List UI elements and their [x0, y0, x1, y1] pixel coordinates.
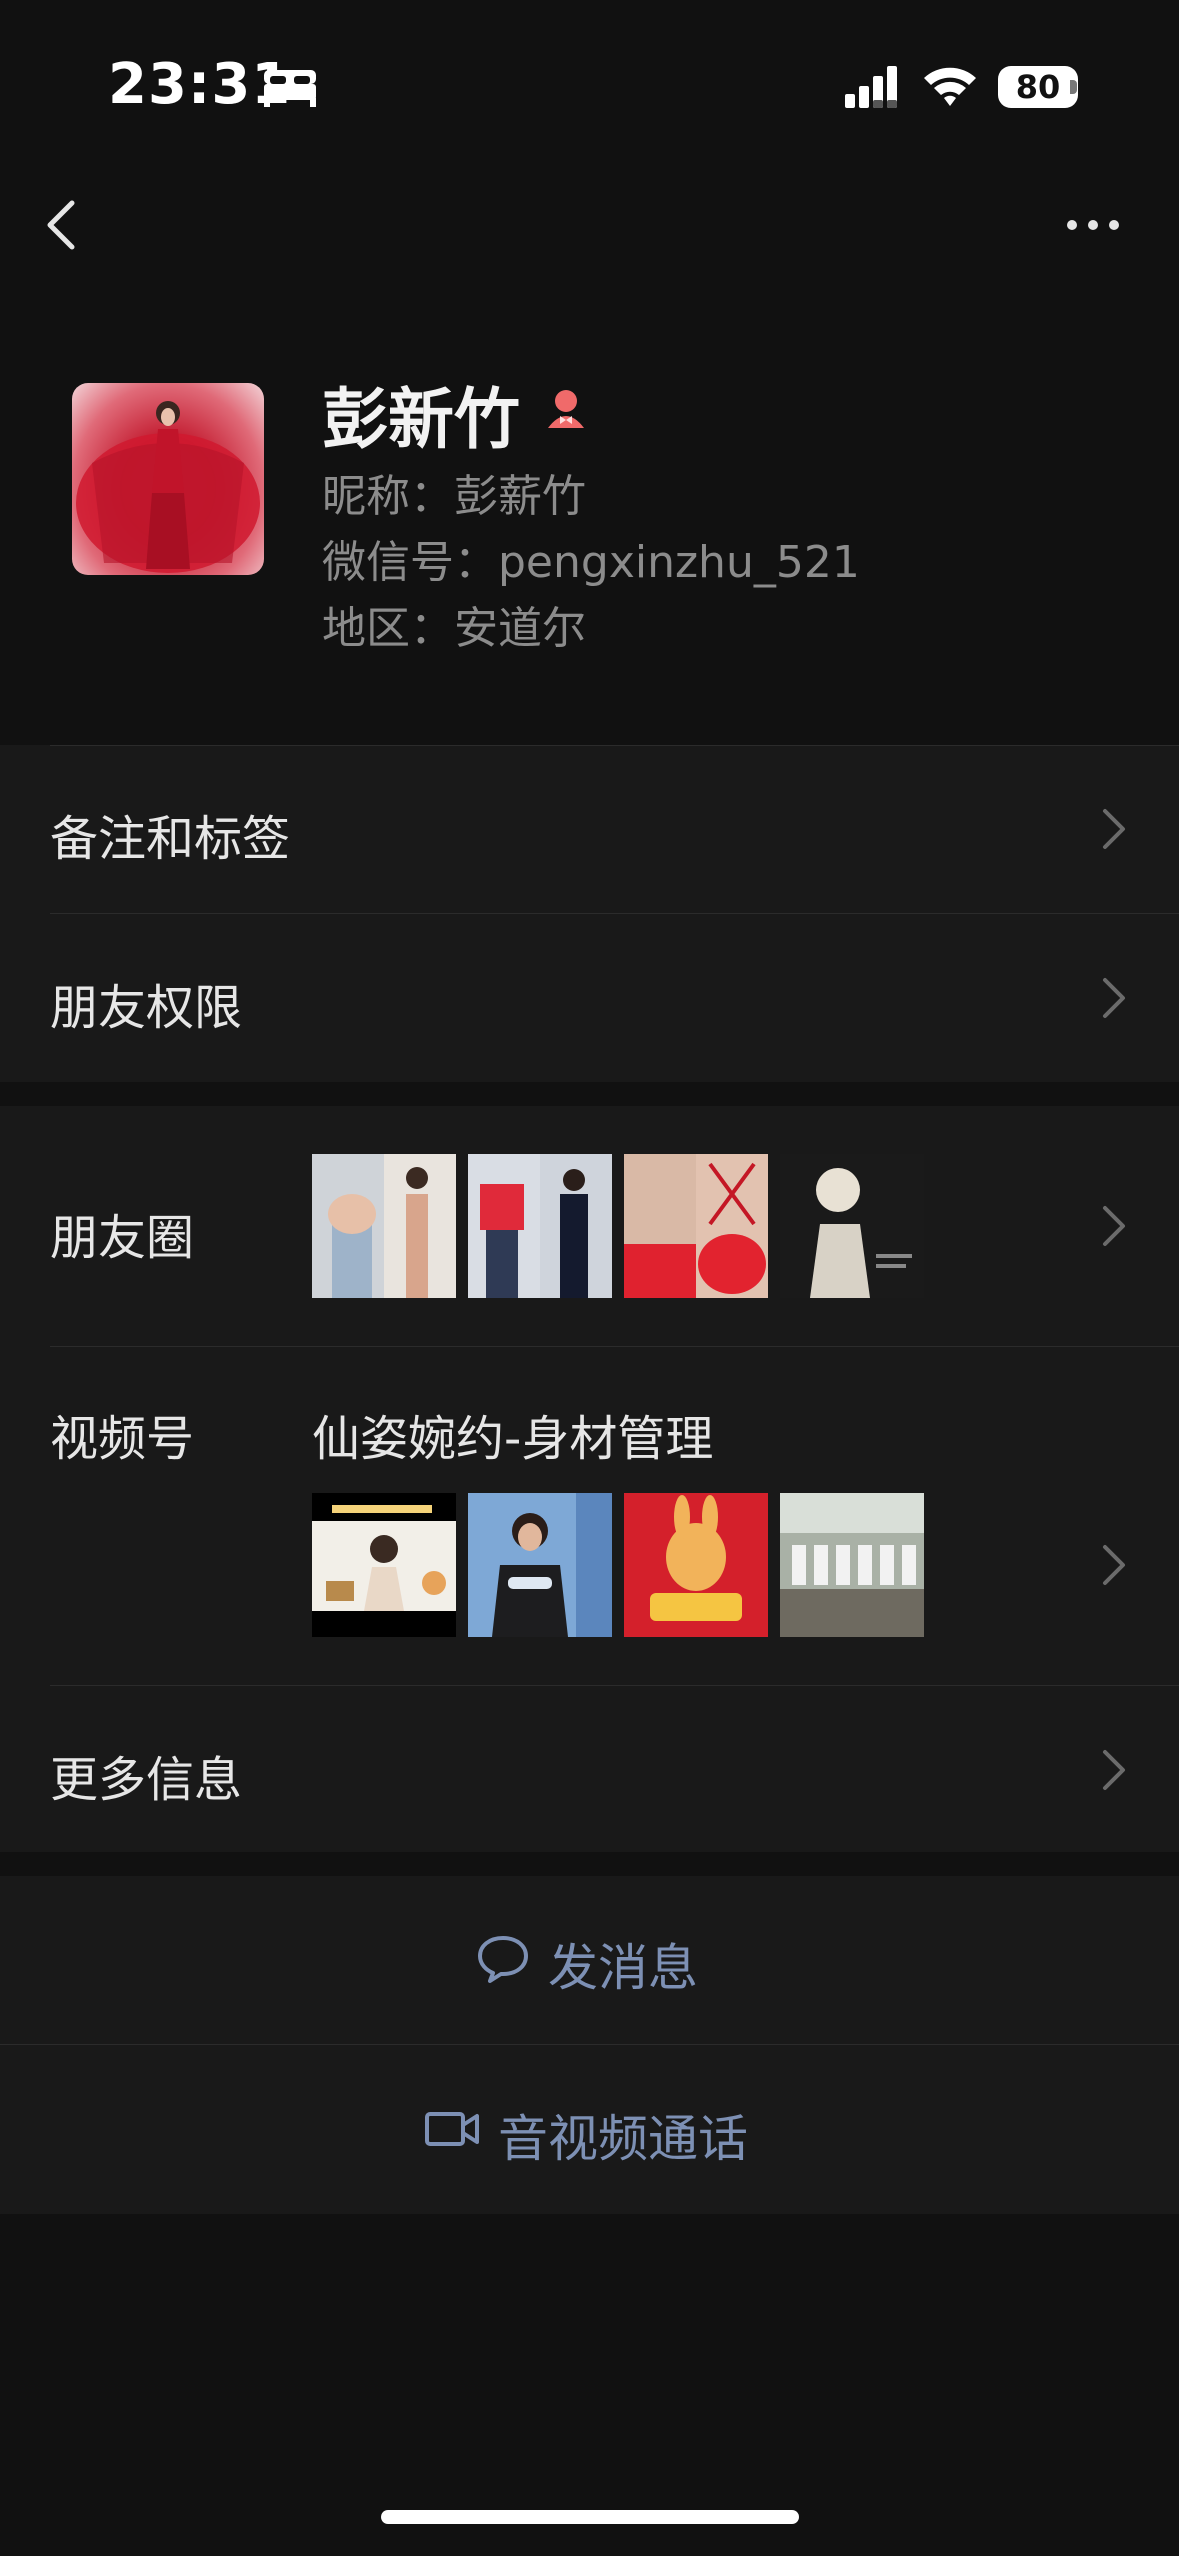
- moments-thumbnail: [624, 1154, 768, 1298]
- wechat-id-text: 微信号：pengxinzhu_521: [322, 537, 860, 588]
- moments-thumbnail: [468, 1154, 612, 1298]
- chevron-right-icon: [1103, 1750, 1125, 1790]
- bed-icon: [264, 70, 316, 107]
- chevron-right-icon: [1103, 1545, 1125, 1585]
- channels-label: 视频号: [50, 1411, 195, 1467]
- content-section: 朋友圈 视频号 仙姿婉约-身材管理 更多信息: [0, 1106, 1179, 1852]
- av-call-button[interactable]: 音视频通话: [0, 2045, 1179, 2214]
- more-info-label: 更多信息: [50, 1752, 243, 1808]
- remarks-tags-row[interactable]: 备注和标签: [0, 745, 1179, 913]
- channel-thumbnail: [312, 1493, 456, 1637]
- moments-thumbnail: [780, 1154, 924, 1298]
- actions-section: 发消息 音视频通话: [0, 1876, 1179, 2214]
- channel-thumbnail: [468, 1493, 612, 1637]
- moments-label: 朋友圈: [50, 1210, 195, 1266]
- battery-indicator: 80: [998, 66, 1078, 108]
- chevron-right-icon: [1103, 809, 1125, 849]
- more-icon[interactable]: [1064, 215, 1122, 235]
- av-call-label: 音视频通话: [498, 2110, 748, 2168]
- settings-section: 备注和标签 朋友权限: [0, 745, 1179, 1082]
- chevron-right-icon: [1103, 978, 1125, 1018]
- friend-permissions-label: 朋友权限: [50, 980, 243, 1036]
- more-info-row[interactable]: 更多信息: [0, 1686, 1179, 1852]
- channels-row[interactable]: 视频号 仙姿婉约-身材管理: [0, 1347, 1179, 1685]
- chevron-right-icon: [1103, 1206, 1125, 1246]
- section-gap: [0, 1082, 1179, 1106]
- back-icon[interactable]: [40, 195, 84, 255]
- moments-thumbnail: [312, 1154, 456, 1298]
- battery-cap: [1070, 80, 1077, 94]
- wifi-icon: [924, 67, 976, 106]
- section-gap: [0, 1852, 1179, 1876]
- nickname-text: 昵称：彭薪竹: [322, 471, 586, 522]
- channel-thumbnail: [780, 1493, 924, 1637]
- avatar[interactable]: [72, 383, 264, 575]
- signal-icon: [845, 66, 897, 108]
- send-message-label: 发消息: [548, 1939, 698, 1997]
- video-camera-icon: [425, 2112, 479, 2146]
- channel-name: 仙姿婉约-身材管理: [312, 1411, 714, 1467]
- female-icon: [548, 390, 584, 428]
- chat-bubble-icon: [478, 1936, 528, 1983]
- send-message-button[interactable]: 发消息: [0, 1876, 1179, 2044]
- moments-row[interactable]: 朋友圈: [0, 1106, 1179, 1346]
- remarks-tags-label: 备注和标签: [50, 811, 291, 867]
- home-indicator[interactable]: [381, 2510, 799, 2524]
- profile-name: 彭新竹: [322, 381, 520, 458]
- region-text: 地区：安道尔: [322, 603, 586, 654]
- channel-thumbnail: [624, 1493, 768, 1637]
- friend-permissions-row[interactable]: 朋友权限: [0, 914, 1179, 1082]
